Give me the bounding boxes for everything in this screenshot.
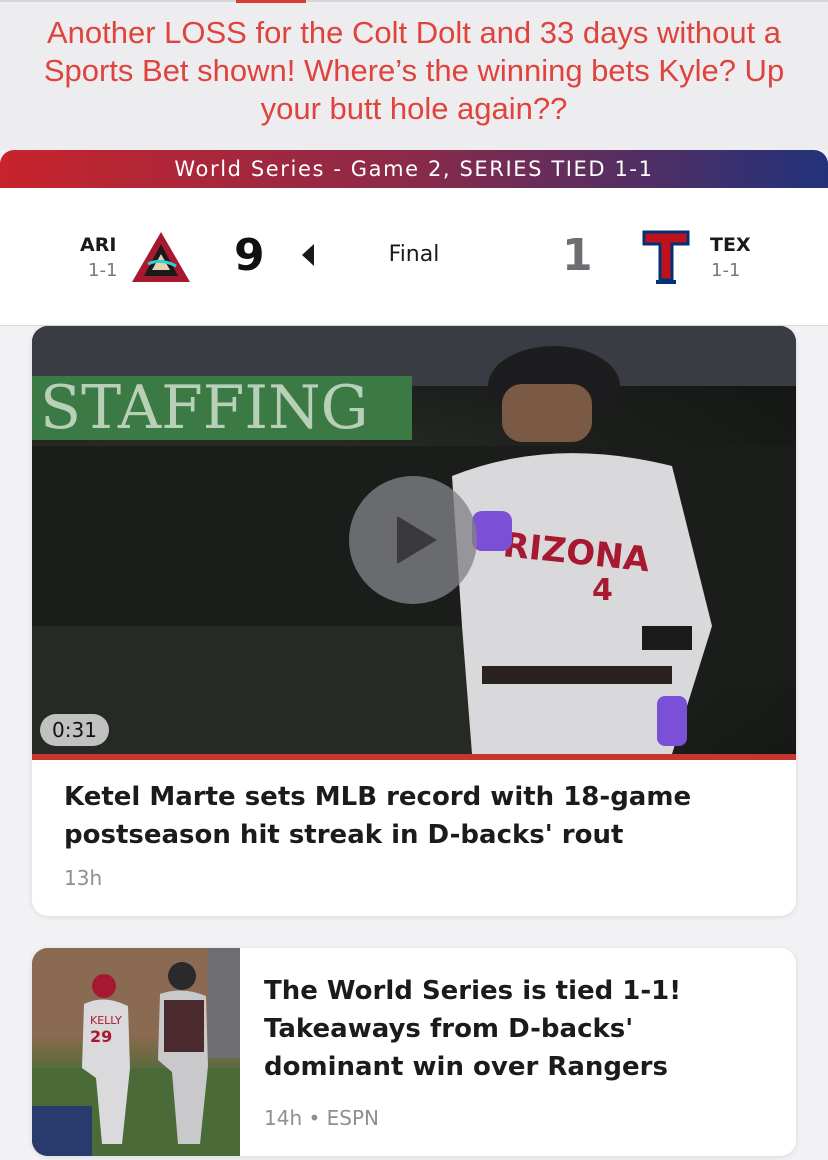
away-team-abbr: ARI [80, 234, 117, 256]
overlay-caption: Another LOSS for the Colt Dolt and 33 da… [43, 15, 785, 126]
stadium-sign-text: STAFFING [40, 373, 369, 443]
article-thumbnail-art: KELLY 29 [32, 948, 240, 1156]
overlay-caption-area: Another LOSS for the Colt Dolt and 33 da… [0, 0, 828, 150]
article-thumbnail[interactable]: KELLY 29 [32, 948, 240, 1156]
d-backs-a-logo-icon [132, 232, 190, 282]
away-score: 9 [234, 230, 265, 281]
top-divider [0, 0, 828, 2]
top-divider-accent [236, 0, 306, 3]
away-team-record: 1-1 [88, 260, 118, 281]
play-button[interactable] [349, 476, 477, 604]
video-duration-badge: 0:31 [40, 714, 109, 746]
series-banner-text: World Series - Game 2, SERIES TIED 1-1 [174, 157, 654, 181]
article-card-meta: 14h • ESPN [264, 1106, 379, 1130]
video-card-timestamp: 13h [64, 866, 103, 890]
video-thumbnail[interactable]: STAFFING RIZONA 4 0:31 [32, 326, 796, 754]
play-icon [397, 516, 437, 564]
article-card[interactable]: KELLY 29 The World Series is tied 1-1! T… [32, 948, 796, 1156]
video-card[interactable]: STAFFING RIZONA 4 0:31 Ketel Marte sets … [32, 326, 796, 916]
winner-indicator-icon [302, 244, 314, 266]
rangers-t-logo-icon [642, 230, 690, 284]
video-card-title[interactable]: Ketel Marte sets MLB record with 18-game… [64, 778, 764, 854]
scoreboard[interactable]: ARI 1-1 9 Final 1 TEX 1-1 [0, 188, 828, 326]
game-status: Final [388, 242, 440, 267]
home-score: 1 [562, 230, 593, 281]
article-jersey-name: KELLY [90, 1014, 122, 1027]
series-banner: World Series - Game 2, SERIES TIED 1-1 [0, 150, 828, 188]
home-team-record: 1-1 [711, 260, 741, 281]
home-team-abbr: TEX [710, 234, 751, 256]
player-jersey-number: 4 [592, 573, 613, 608]
article-jersey-number: 29 [90, 1027, 112, 1046]
article-card-title[interactable]: The World Series is tied 1-1! Takeaways … [264, 972, 774, 1086]
video-accent-rule [32, 754, 796, 760]
